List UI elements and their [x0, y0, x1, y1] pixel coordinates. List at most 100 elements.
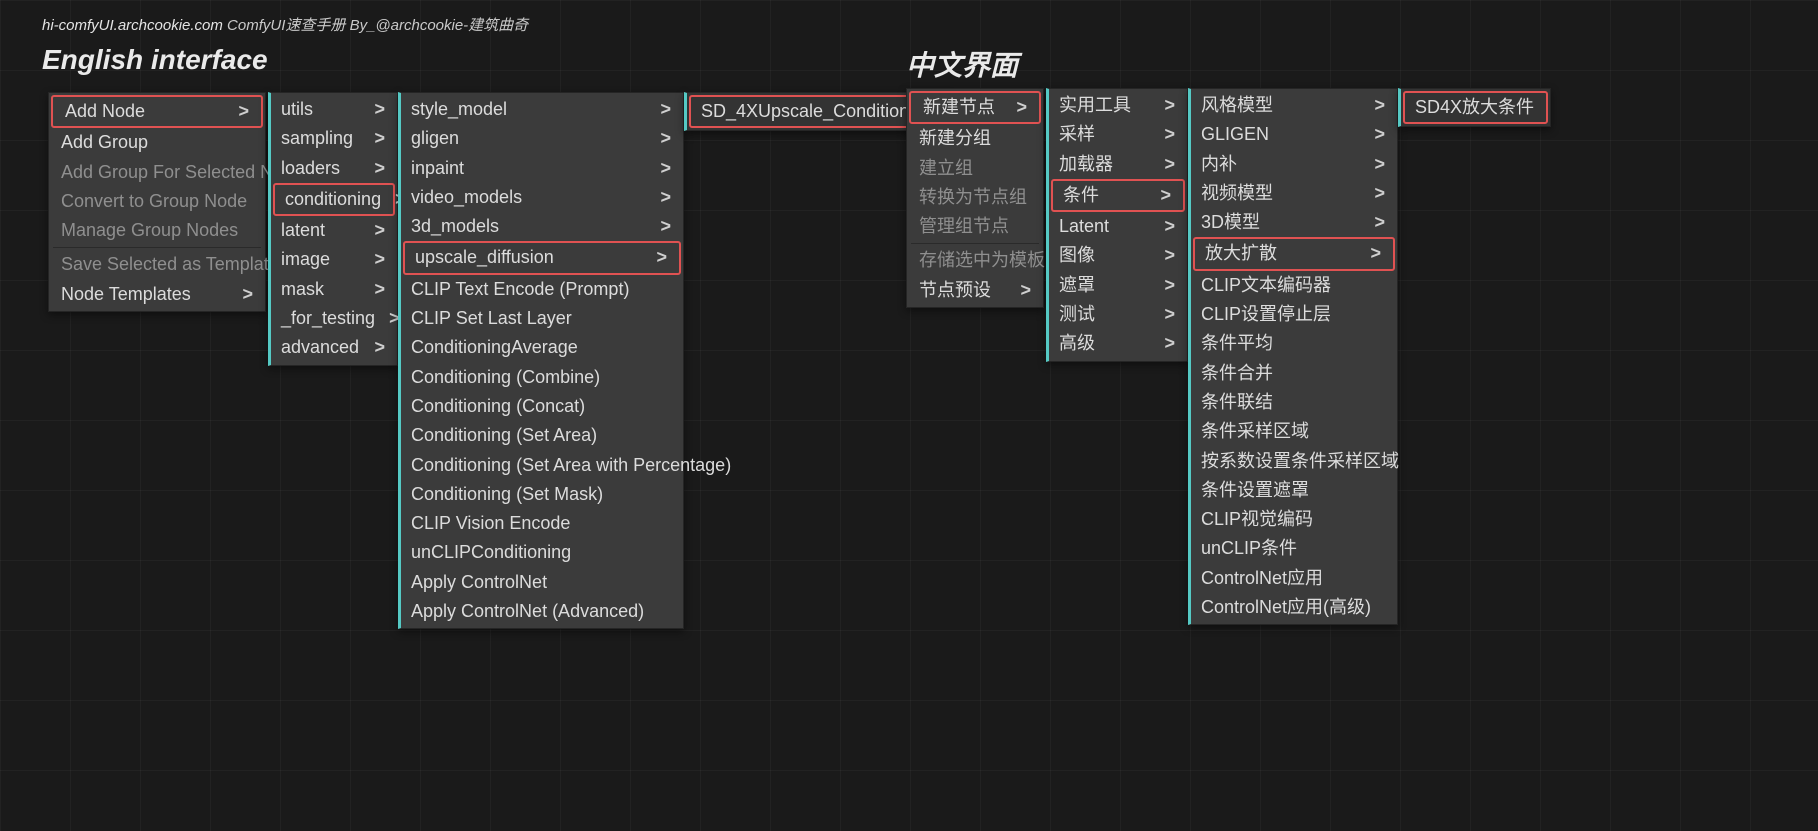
cn-cond-item-8[interactable]: 条件平均	[1191, 329, 1397, 358]
cn-root-item-1[interactable]: 新建分组	[907, 124, 1043, 153]
en-root-item-6[interactable]: Save Selected as Template	[49, 250, 265, 279]
submenu-en-categories[interactable]: utils>sampling>loaders>conditioning>late…	[268, 92, 398, 366]
cn-root-item-6[interactable]: 存储选中为模板	[907, 246, 1043, 275]
en-cat-item-4[interactable]: latent>	[271, 216, 397, 245]
cn-cond-item-1[interactable]: GLIGEN>	[1191, 120, 1397, 149]
cn-root-item-2[interactable]: 建立组	[907, 154, 1043, 183]
cn-cond-item-label: 条件采样区域	[1201, 419, 1309, 443]
en-cond-item-8[interactable]: ConditioningAverage	[401, 333, 683, 362]
cn-cond-item-16[interactable]: ControlNet应用	[1191, 564, 1397, 593]
en-cat-item-6[interactable]: mask>	[271, 275, 397, 304]
submenu-cn-conditioning[interactable]: 风格模型>GLIGEN>内补>视频模型>3D模型>放大扩散>CLIP文本编码器C…	[1188, 88, 1398, 625]
cn-cond-item-3[interactable]: 视频模型>	[1191, 179, 1397, 208]
cn-cond-item-13[interactable]: 条件设置遮罩	[1191, 476, 1397, 505]
cn-root-item-label: 存储选中为模板	[919, 248, 1045, 272]
en-cat-item-2[interactable]: loaders>	[271, 154, 397, 183]
cn-root-item-3[interactable]: 转换为节点组	[907, 183, 1043, 212]
en-root-item-2[interactable]: Add Group For Selected Nodes	[49, 158, 265, 187]
context-menu-en-root[interactable]: Add Node>Add GroupAdd Group For Selected…	[48, 92, 266, 312]
cn-cond-item-label: ControlNet应用(高级)	[1201, 595, 1371, 619]
en-cond-item-5[interactable]: upscale_diffusion>	[403, 241, 681, 274]
cn-cond-item-15[interactable]: unCLIP条件	[1191, 534, 1397, 563]
cn-cat-item-7[interactable]: 测试>	[1049, 300, 1187, 329]
en-cond-item-12[interactable]: Conditioning (Set Area with Percentage)	[401, 451, 683, 480]
header-rest: ComfyUI速查手册 By_@archcookie-建筑曲奇	[223, 17, 528, 34]
en-cat-item-7[interactable]: _for_testing>	[271, 304, 397, 333]
cn-cat-item-2[interactable]: 加载器>	[1049, 150, 1187, 179]
en-cond-item-1[interactable]: gligen>	[401, 124, 683, 153]
en-cond-item-label: unCLIPConditioning	[411, 540, 571, 564]
en-cond-item-13[interactable]: Conditioning (Set Mask)	[401, 480, 683, 509]
cn-cond-item-11[interactable]: 条件采样区域	[1191, 417, 1397, 446]
cn-root-item-0[interactable]: 新建节点>	[909, 91, 1041, 124]
chevron-right-icon: >	[242, 282, 253, 306]
en-cat-item-0[interactable]: utils>	[271, 95, 397, 124]
cn-cond-item-10[interactable]: 条件联结	[1191, 388, 1397, 417]
en-cond-item-label: CLIP Set Last Layer	[411, 306, 572, 330]
cn-cond-item-4[interactable]: 3D模型>	[1191, 208, 1397, 237]
en-cat-item-3[interactable]: conditioning>	[273, 183, 395, 216]
cn-cat-item-4[interactable]: Latent>	[1049, 212, 1187, 241]
section-title-cn: 中文界面	[906, 44, 1018, 84]
en-cond-item-4[interactable]: 3d_models>	[401, 212, 683, 241]
en-root-item-0[interactable]: Add Node>	[51, 95, 263, 128]
cn-cond-item-0[interactable]: 风格模型>	[1191, 91, 1397, 120]
en-cond-item-3[interactable]: video_models>	[401, 183, 683, 212]
cn-root-item-4[interactable]: 管理组节点	[907, 212, 1043, 241]
en-cond-item-11[interactable]: Conditioning (Set Area)	[401, 421, 683, 450]
cn-root-item-7[interactable]: 节点预设>	[907, 276, 1043, 305]
cn-root-item-label: 新建分组	[919, 126, 991, 150]
cn-cat-item-0[interactable]: 实用工具>	[1049, 91, 1187, 120]
en-root-item-7[interactable]: Node Templates>	[49, 280, 265, 309]
chevron-right-icon: >	[1164, 122, 1175, 146]
en-cond-item-15[interactable]: unCLIPConditioning	[401, 538, 683, 567]
submenu-cn-leaf[interactable]: SD4X放大条件	[1398, 88, 1551, 127]
en-cond-item-16[interactable]: Apply ControlNet	[401, 568, 683, 597]
en-root-item-3[interactable]: Convert to Group Node	[49, 187, 265, 216]
cn-cat-item-1[interactable]: 采样>	[1049, 120, 1187, 149]
cn-cat-item-label: 实用工具	[1059, 93, 1131, 117]
en-cond-item-7[interactable]: CLIP Set Last Layer	[401, 304, 683, 333]
submenu-cn-categories[interactable]: 实用工具>采样>加载器>条件>Latent>图像>遮罩>测试>高级>	[1046, 88, 1188, 362]
cn-root-separator	[911, 243, 1039, 244]
en-cond-item-6[interactable]: CLIP Text Encode (Prompt)	[401, 275, 683, 304]
en-root-item-4[interactable]: Manage Group Nodes	[49, 216, 265, 245]
cn-root-item-label: 转换为节点组	[919, 185, 1027, 209]
en-cond-item-2[interactable]: inpaint>	[401, 154, 683, 183]
chevron-right-icon: >	[374, 218, 385, 242]
cn-cond-item-9[interactable]: 条件合并	[1191, 359, 1397, 388]
cn-leaf-item-0[interactable]: SD4X放大条件	[1403, 91, 1548, 124]
cn-cond-item-17[interactable]: ControlNet应用(高级)	[1191, 593, 1397, 622]
cn-cat-item-3[interactable]: 条件>	[1051, 179, 1185, 212]
header-domain: hi-comfyUI.archcookie.com	[42, 17, 223, 34]
en-cond-item-label: upscale_diffusion	[415, 245, 554, 269]
en-cat-item-8[interactable]: advanced>	[271, 333, 397, 362]
cn-leaf-item-label: SD4X放大条件	[1415, 95, 1534, 119]
en-cat-item-label: image	[281, 247, 330, 271]
cn-cat-item-8[interactable]: 高级>	[1049, 329, 1187, 358]
cn-cond-item-6[interactable]: CLIP文本编码器	[1191, 271, 1397, 300]
cn-cond-item-7[interactable]: CLIP设置停止层	[1191, 300, 1397, 329]
cn-cat-item-label: 图像	[1059, 243, 1095, 267]
cn-cat-item-5[interactable]: 图像>	[1049, 241, 1187, 270]
cn-cond-item-12[interactable]: 按系数设置条件采样区域	[1191, 447, 1397, 476]
chevron-right-icon: >	[1374, 122, 1385, 146]
chevron-right-icon: >	[1160, 183, 1171, 207]
en-cond-item-17[interactable]: Apply ControlNet (Advanced)	[401, 597, 683, 626]
cn-root-item-label: 建立组	[919, 156, 973, 180]
cn-cond-item-14[interactable]: CLIP视觉编码	[1191, 505, 1397, 534]
en-leaf-item-label: SD_4XUpscale_Conditioning	[701, 99, 933, 123]
en-cond-item-9[interactable]: Conditioning (Combine)	[401, 363, 683, 392]
cn-cond-item-5[interactable]: 放大扩散>	[1193, 237, 1395, 270]
cn-cond-item-2[interactable]: 内补>	[1191, 150, 1397, 179]
en-root-item-1[interactable]: Add Group	[49, 128, 265, 157]
en-cat-item-1[interactable]: sampling>	[271, 124, 397, 153]
submenu-en-conditioning[interactable]: style_model>gligen>inpaint>video_models>…	[398, 92, 684, 629]
context-menu-cn-root[interactable]: 新建节点>新建分组建立组转换为节点组管理组节点存储选中为模板节点预设>	[906, 88, 1044, 308]
en-cond-item-10[interactable]: Conditioning (Concat)	[401, 392, 683, 421]
en-cond-item-0[interactable]: style_model>	[401, 95, 683, 124]
cn-cat-item-6[interactable]: 遮罩>	[1049, 271, 1187, 300]
en-cat-item-5[interactable]: image>	[271, 245, 397, 274]
en-cond-item-14[interactable]: CLIP Vision Encode	[401, 509, 683, 538]
en-cond-item-label: video_models	[411, 185, 522, 209]
